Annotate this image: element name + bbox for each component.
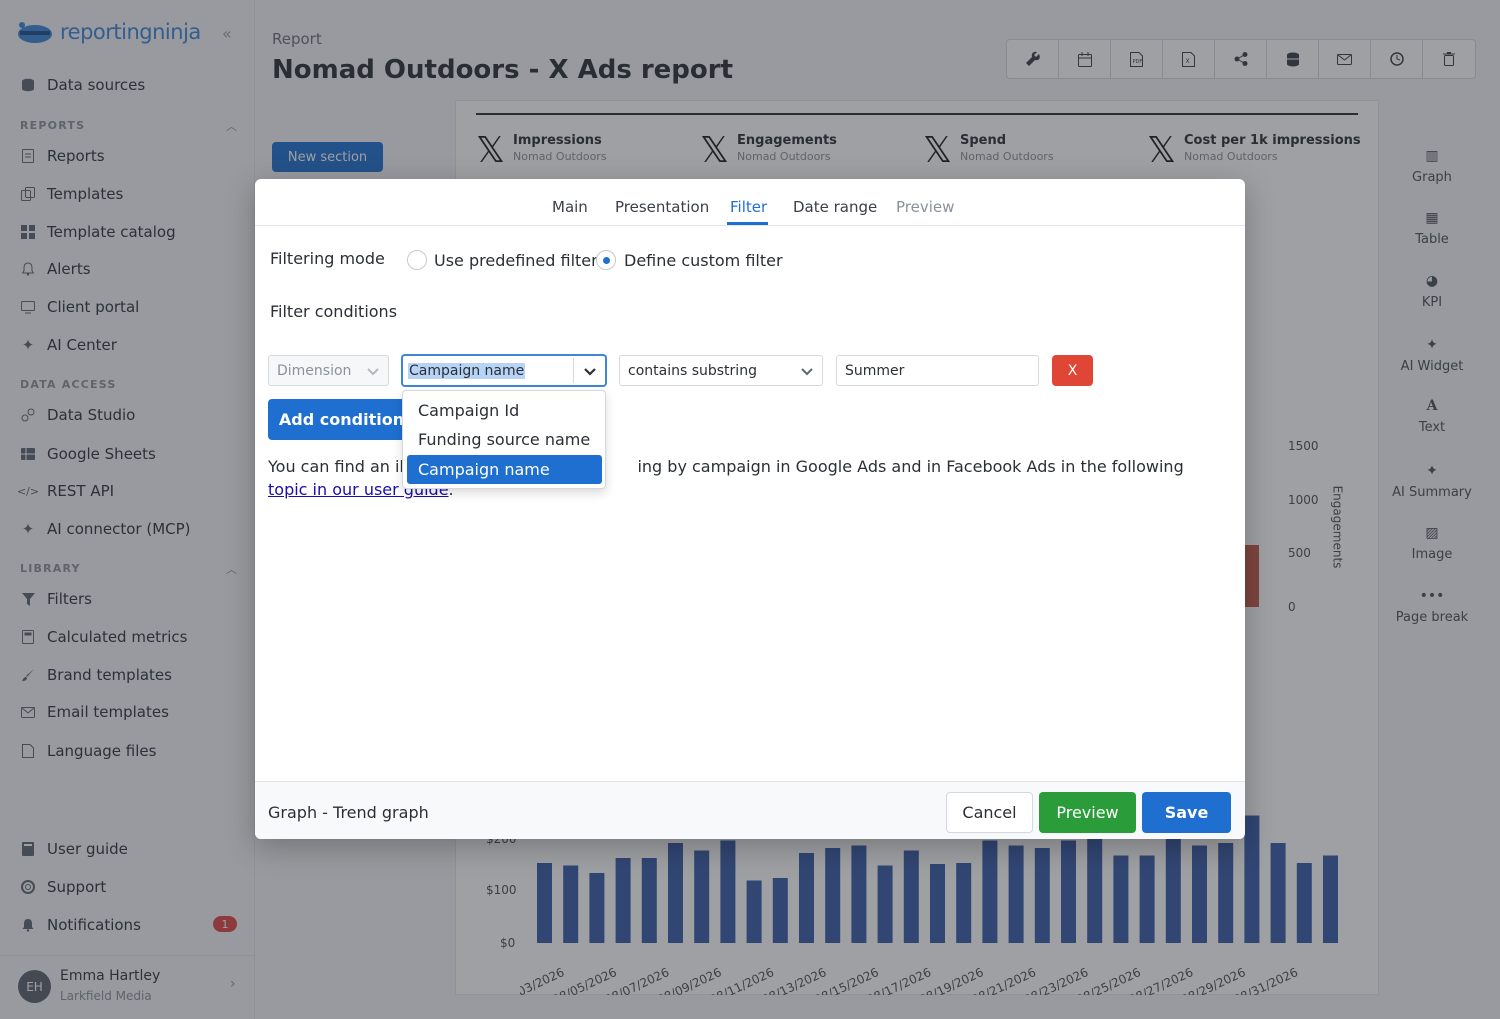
help-text-middle: ing by campaign in Google Ads and in Fac… bbox=[637, 457, 1184, 476]
filtering-mode-label: Filtering mode bbox=[270, 249, 385, 268]
select-value: Dimension bbox=[277, 362, 352, 379]
tab-date-range[interactable]: Date range bbox=[793, 198, 877, 216]
select-value: Campaign name bbox=[408, 362, 526, 379]
radio-custom-label[interactable]: Define custom filter bbox=[624, 251, 783, 270]
radio-custom-filter[interactable] bbox=[596, 250, 616, 270]
dropdown-option-campaign-id[interactable]: Campaign Id bbox=[407, 396, 602, 425]
chevron-down-icon bbox=[367, 368, 379, 376]
chevron-down-icon[interactable] bbox=[583, 364, 597, 378]
tab-presentation[interactable]: Presentation bbox=[615, 198, 709, 216]
select-value: contains substring bbox=[628, 362, 757, 379]
cancel-button[interactable]: Cancel bbox=[946, 792, 1033, 833]
field-dropdown-menu: Campaign Id Funding source name Campaign… bbox=[402, 390, 606, 489]
radio-predefined-filter[interactable] bbox=[407, 250, 427, 270]
dimension-scope-select[interactable]: Dimension bbox=[268, 355, 389, 386]
tab-filter[interactable]: Filter bbox=[730, 198, 767, 216]
filter-conditions-label: Filter conditions bbox=[270, 302, 398, 321]
tab-main[interactable]: Main bbox=[552, 198, 588, 216]
add-condition-button[interactable]: Add condition bbox=[268, 399, 415, 440]
preview-button[interactable]: Preview bbox=[1039, 792, 1136, 833]
chevron-down-icon bbox=[801, 368, 813, 376]
help-text-prefix: You can find an illu bbox=[268, 457, 419, 476]
widget-type-label: Graph - Trend graph bbox=[268, 803, 429, 822]
dropdown-option-campaign-name[interactable]: Campaign name bbox=[407, 455, 602, 484]
radio-predefined-label[interactable]: Use predefined filter bbox=[434, 251, 598, 270]
field-select[interactable]: Campaign name bbox=[402, 355, 606, 386]
active-tab-indicator bbox=[727, 222, 768, 225]
remove-condition-button[interactable]: X bbox=[1052, 355, 1093, 386]
modal-tabs: Main Presentation Filter Date range Prev… bbox=[255, 179, 1245, 226]
operator-select[interactable]: contains substring bbox=[619, 355, 823, 386]
save-button[interactable]: Save bbox=[1142, 792, 1231, 833]
tab-preview[interactable]: Preview bbox=[896, 198, 954, 216]
widget-settings-modal: Main Presentation Filter Date range Prev… bbox=[255, 179, 1245, 839]
select-divider bbox=[573, 358, 574, 383]
dropdown-option-funding-source[interactable]: Funding source name bbox=[407, 425, 602, 454]
modal-footer: Graph - Trend graph Cancel Preview Save bbox=[255, 781, 1245, 839]
filter-value-input[interactable] bbox=[836, 355, 1039, 386]
